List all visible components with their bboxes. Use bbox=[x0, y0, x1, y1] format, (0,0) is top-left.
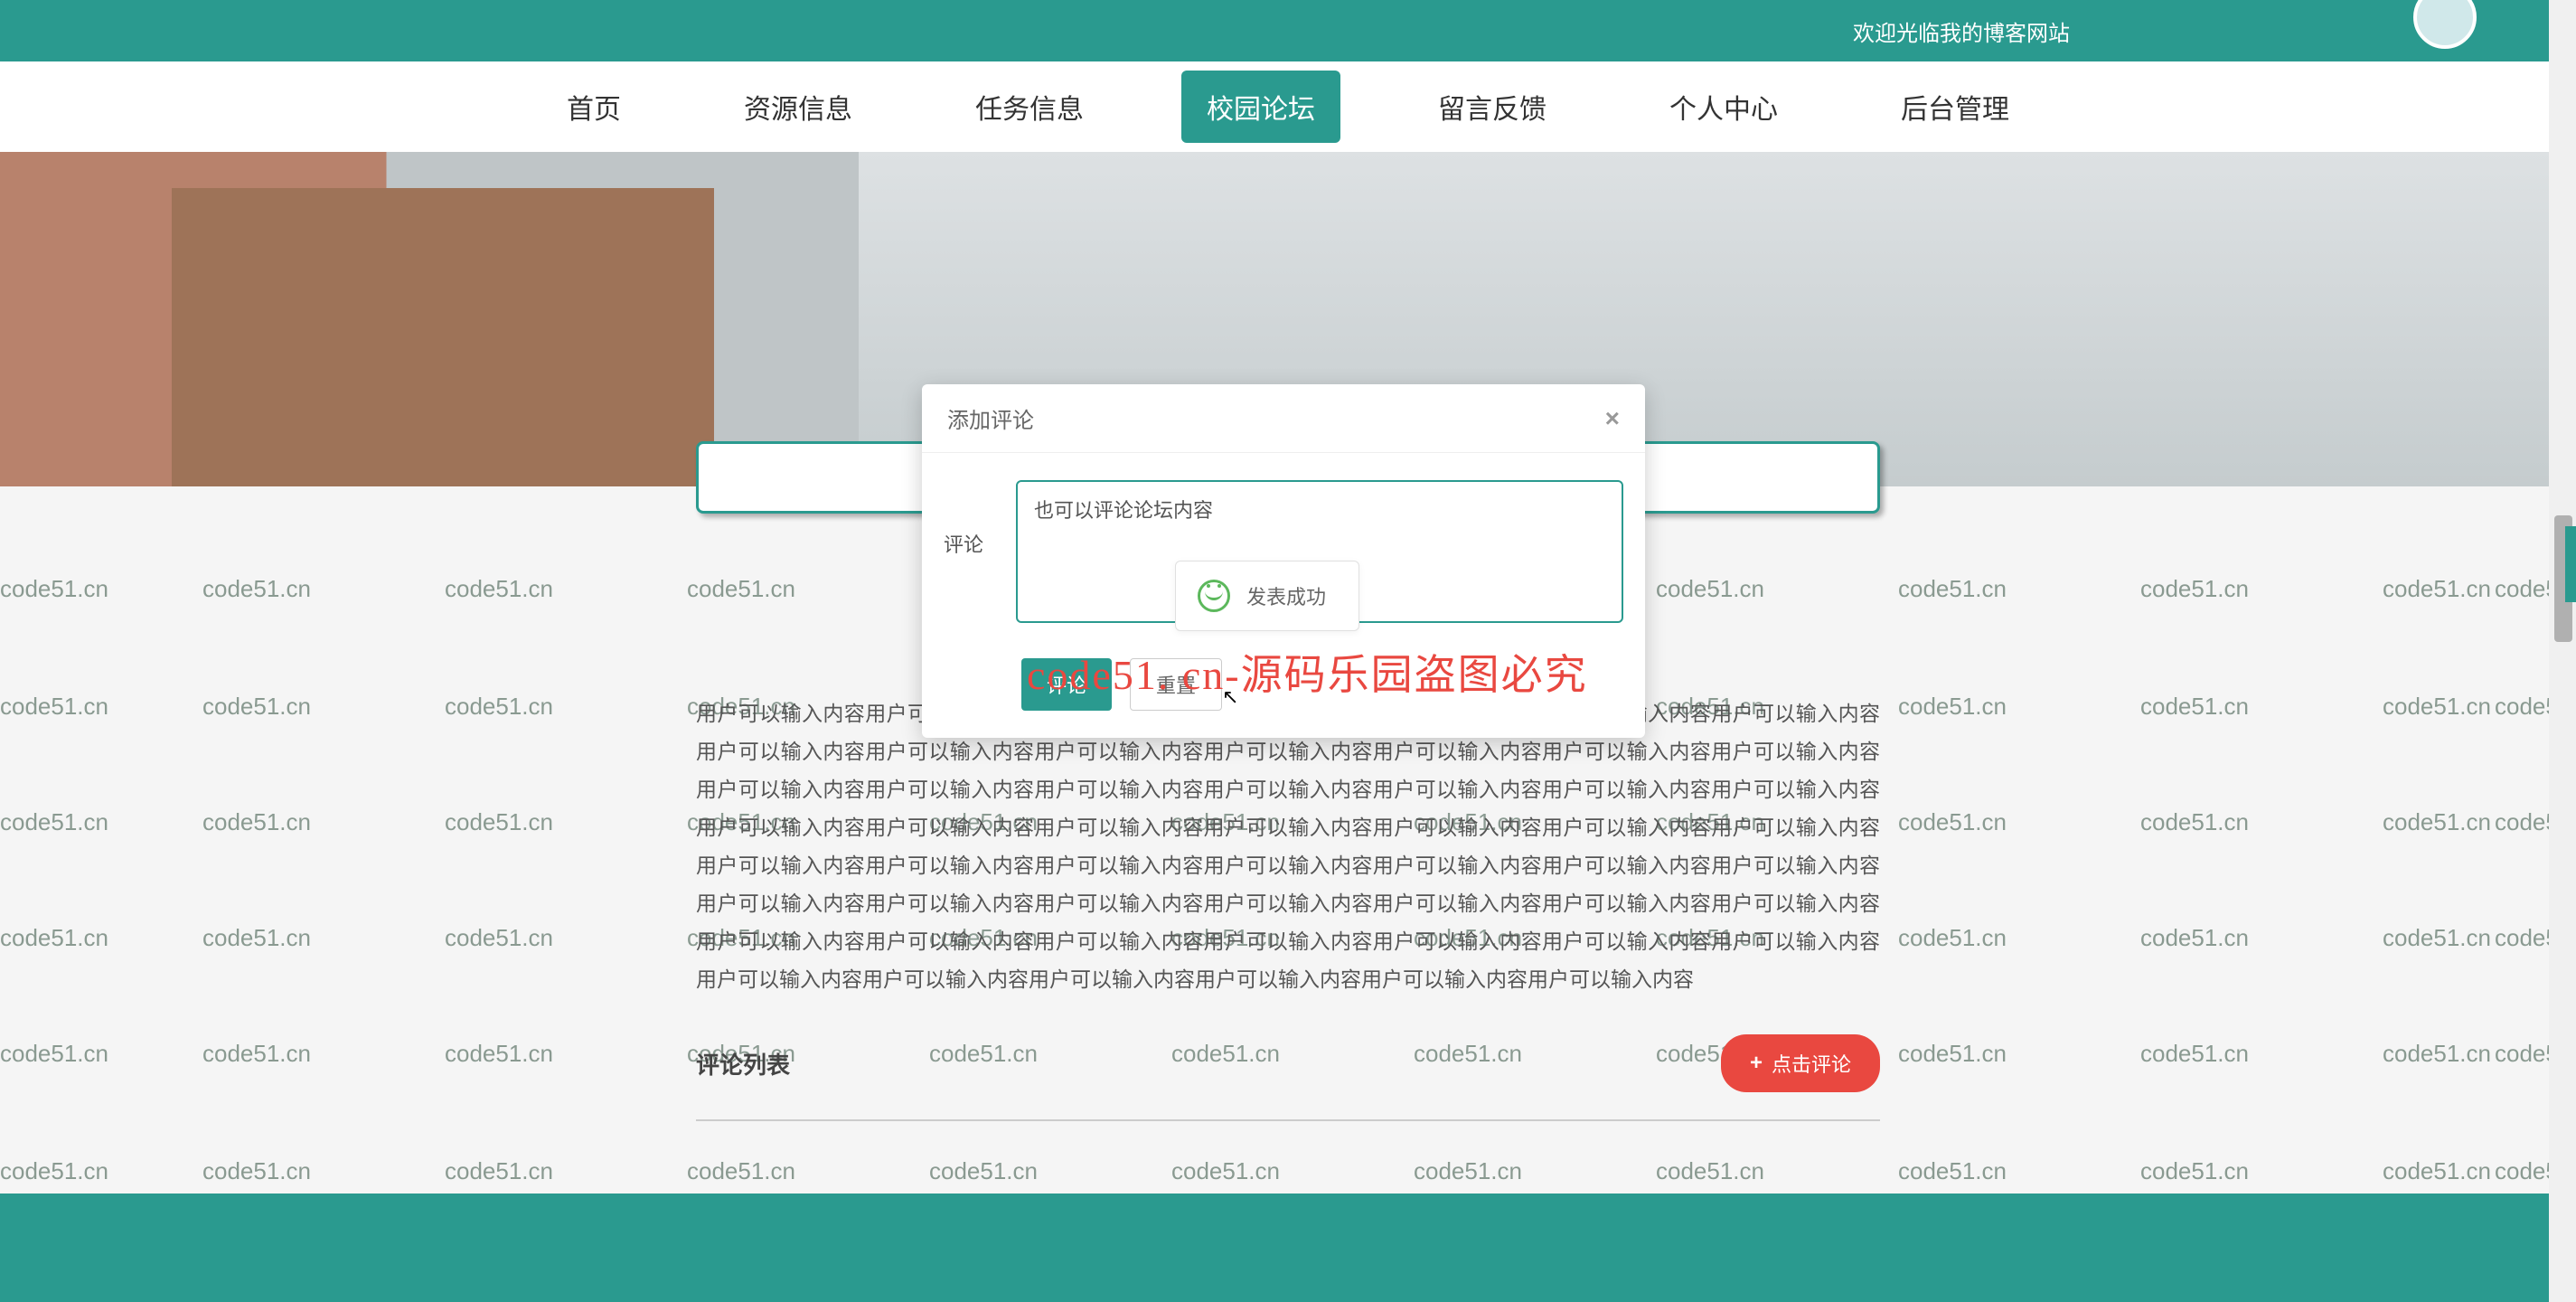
modal-title: 添加评论 bbox=[947, 402, 1034, 434]
modal-header: 添加评论 × bbox=[922, 384, 1645, 453]
success-toast: 发表成功 bbox=[1175, 561, 1359, 631]
comment-field-label: 评论 bbox=[944, 480, 998, 627]
toast-message: 发表成功 bbox=[1246, 581, 1326, 610]
watermark-overlay-text: code51. cn-源码乐园盗图必究 bbox=[1027, 642, 1588, 702]
success-smile-icon bbox=[1198, 580, 1230, 612]
cursor-icon: ↖ bbox=[1222, 685, 1238, 709]
close-icon[interactable]: × bbox=[1605, 404, 1620, 433]
